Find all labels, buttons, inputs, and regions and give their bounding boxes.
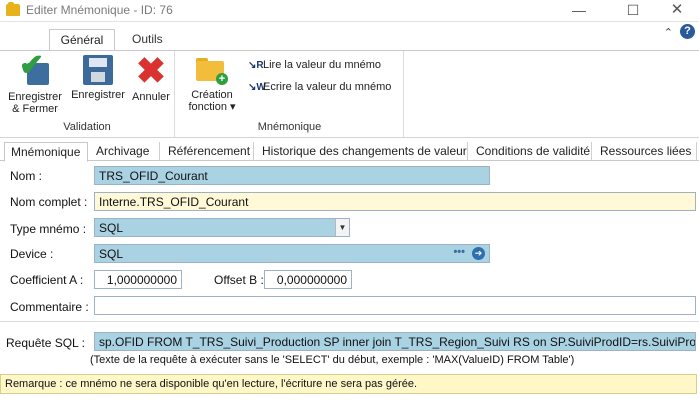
- folder-app-icon: [6, 2, 20, 16]
- coefficient-a-label: Coefficient A :: [10, 273, 84, 287]
- folder-plus-icon: +: [196, 55, 228, 85]
- coefficient-a-input[interactable]: 1,000000000: [94, 270, 182, 289]
- nom-complet-input[interactable]: Interne.TRS_OFID_Courant: [94, 192, 696, 211]
- ribbon-group-label-validation: Validation: [63, 121, 111, 133]
- requete-hint-text: (Texte de la requête à exécuter sans le …: [90, 354, 575, 366]
- tab-mnemonique[interactable]: Mnémonique: [4, 142, 88, 162]
- device-label: Device :: [10, 247, 54, 261]
- requete-sql-label: Requête SQL :: [6, 336, 85, 350]
- tab-historique[interactable]: Historique des changements de valeur: [256, 142, 468, 161]
- save-and-close-label: Enregistrer & Fermer: [8, 91, 62, 115]
- maximize-button[interactable]: ☐: [610, 0, 656, 22]
- offset-b-label: Offset B :: [214, 273, 264, 287]
- tab-archivage[interactable]: Archivage: [90, 142, 160, 161]
- save-check-icon: ✔: [19, 49, 51, 87]
- nom-input[interactable]: TRS_OFID_Courant: [94, 166, 490, 185]
- nom-label: Nom :: [10, 169, 43, 183]
- help-icon[interactable]: ?: [680, 24, 695, 39]
- tab-referencement[interactable]: Référencement: [162, 142, 254, 161]
- collapse-ribbon-icon[interactable]: ⌃: [664, 26, 673, 39]
- cancel-label: Annuler: [132, 91, 170, 103]
- ribbon-tab-outils[interactable]: Outils: [122, 29, 173, 50]
- ribbon-tab-general[interactable]: Général: [49, 29, 115, 50]
- title-bar: Editer Mnémonique - ID: 76 — ☐ ✕: [0, 0, 699, 22]
- device-input[interactable]: SQL ••• ➔: [94, 244, 490, 263]
- save-and-close-button[interactable]: ✔ Enregistrer & Fermer: [4, 49, 66, 115]
- minimize-button[interactable]: —: [556, 0, 602, 22]
- form-tab-bar: Mnémonique Archivage Référencement Histo…: [0, 141, 699, 162]
- tab-conditions[interactable]: Conditions de validité: [470, 142, 592, 161]
- read-r-icon: ↘R: [248, 60, 264, 71]
- nom-complet-label: Nom complet :: [10, 195, 88, 209]
- remark-banner: Remarque : ce mnémo ne sera disponible q…: [0, 374, 697, 394]
- ribbon-group-label-mnemonique: Mnémonique: [257, 121, 322, 133]
- navigate-arrow-icon[interactable]: ➔: [472, 247, 485, 260]
- ribbon-body: ✔ Enregistrer & Fermer Enregistrer ✖ Ann…: [0, 49, 699, 138]
- type-mnemo-select[interactable]: SQL ▼: [94, 218, 350, 237]
- commentaire-input[interactable]: [94, 296, 696, 315]
- write-w-icon: ↘W: [248, 82, 266, 93]
- type-mnemo-label: Type mnémo :: [10, 222, 87, 236]
- offset-b-input[interactable]: 0,000000000: [264, 270, 352, 289]
- type-mnemo-value: SQL: [99, 221, 124, 235]
- read-value-button[interactable]: ↘RLire la valeur du mnémo: [248, 59, 381, 75]
- commentaire-label: Commentaire :: [10, 300, 89, 314]
- chevron-down-icon[interactable]: ▼: [335, 219, 349, 236]
- save-button[interactable]: Enregistrer: [68, 55, 128, 101]
- form-separator: [0, 321, 699, 322]
- floppy-disk-icon: [83, 55, 113, 85]
- window-title: Editer Mnémonique - ID: 76: [26, 3, 173, 17]
- write-value-label: Ecrire la valeur du mnémo: [263, 81, 392, 93]
- save-label: Enregistrer: [71, 89, 125, 101]
- requete-sql-input[interactable]: sp.OFID FROM T_TRS_Suivi_Production SP i…: [94, 332, 696, 351]
- ribbon-group-validation: ✔ Enregistrer & Fermer Enregistrer ✖ Ann…: [0, 49, 175, 137]
- read-value-label: Lire la valeur du mnémo: [263, 59, 382, 71]
- write-value-button[interactable]: ↘WEcrire la valeur du mnémo: [248, 81, 391, 97]
- red-x-icon: ✖: [135, 50, 167, 91]
- device-value: SQL: [99, 247, 124, 261]
- browse-dots-icon[interactable]: •••: [453, 246, 465, 258]
- ribbon-group-mnemonique: + Création fonction ▾ ↘RLire la valeur d…: [176, 51, 404, 137]
- create-function-label: Création fonction: [188, 89, 233, 113]
- create-function-button[interactable]: + Création fonction ▾: [184, 55, 240, 113]
- ribbon-tab-bar: Général Outils ⌃ ?: [0, 24, 699, 50]
- mnemonique-form: Nom : TRS_OFID_Courant Nom complet : Int…: [0, 162, 699, 404]
- close-button[interactable]: ✕: [654, 0, 699, 22]
- chevron-down-icon: ▾: [230, 101, 236, 113]
- cancel-button[interactable]: ✖ Annuler: [130, 50, 172, 104]
- tab-ressources[interactable]: Ressources liées: [594, 142, 697, 161]
